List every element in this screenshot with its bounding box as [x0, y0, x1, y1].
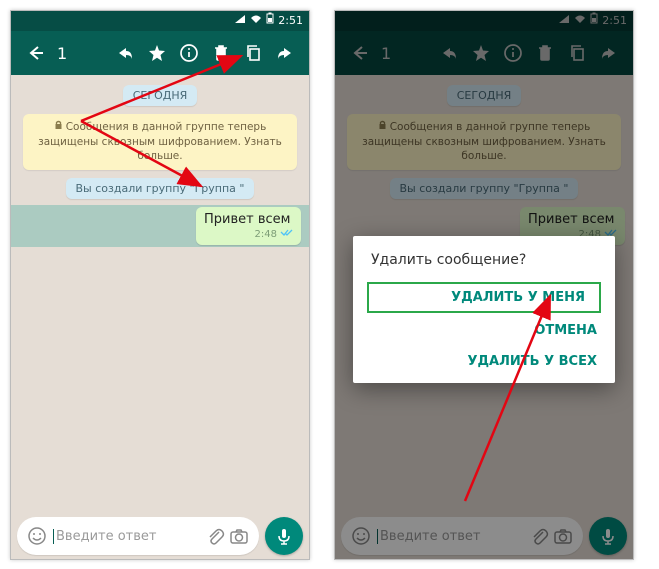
signal-icon: [234, 11, 246, 31]
message-text: Привет всем: [204, 212, 294, 227]
selection-count: 1: [57, 44, 67, 63]
status-time: 2:51: [278, 11, 303, 31]
emoji-icon[interactable]: [25, 524, 49, 548]
delete-for-me-button[interactable]: УДАЛИТЬ У МЕНЯ: [367, 282, 601, 313]
delete-for-all-button[interactable]: УДАЛИТЬ У ВСЕХ: [353, 346, 615, 377]
forward-icon[interactable]: [272, 40, 298, 66]
camera-icon[interactable]: [227, 524, 251, 548]
message-bubble[interactable]: Привет всем 2:48: [196, 207, 301, 245]
info-icon[interactable]: [176, 40, 202, 66]
phone-right: 2:51 1 СЕГОДНЯ Сообщения в данной группе…: [334, 10, 634, 560]
attach-icon[interactable]: [203, 524, 227, 548]
mic-button[interactable]: [265, 517, 303, 555]
reply-icon[interactable]: [112, 40, 138, 66]
lock-icon: [54, 120, 63, 135]
battery-icon: [266, 11, 274, 31]
encryption-text: Сообщения в данной группе теперь защищен…: [38, 121, 282, 162]
wifi-icon: [250, 11, 262, 31]
back-icon[interactable]: [22, 40, 48, 66]
encryption-notice[interactable]: Сообщения в данной группе теперь защищен…: [23, 114, 297, 170]
delete-icon[interactable]: [208, 40, 234, 66]
selection-navbar: 1: [11, 31, 309, 75]
delete-dialog: Удалить сообщение? УДАЛИТЬ У МЕНЯ ОТМЕНА…: [353, 236, 615, 383]
message-input[interactable]: Введите ответ: [17, 517, 259, 555]
star-icon[interactable]: [144, 40, 170, 66]
read-checks-icon: [280, 228, 294, 240]
cancel-button[interactable]: ОТМЕНА: [353, 315, 615, 346]
status-bar: 2:51: [11, 11, 309, 31]
phone-left: 2:51 1: [10, 10, 310, 560]
composer: Введите ответ: [11, 513, 309, 559]
date-chip: СЕГОДНЯ: [123, 85, 198, 106]
system-message: Вы создали группу "Группа ": [66, 178, 255, 199]
input-placeholder: Введите ответ: [56, 529, 156, 544]
message-time: 2:48: [255, 229, 277, 240]
copy-icon[interactable]: [240, 40, 266, 66]
selected-message-row[interactable]: Привет всем 2:48: [11, 207, 309, 245]
chat-area: СЕГОДНЯ Сообщения в данной группе теперь…: [11, 75, 309, 513]
dialog-title: Удалить сообщение?: [353, 252, 615, 280]
